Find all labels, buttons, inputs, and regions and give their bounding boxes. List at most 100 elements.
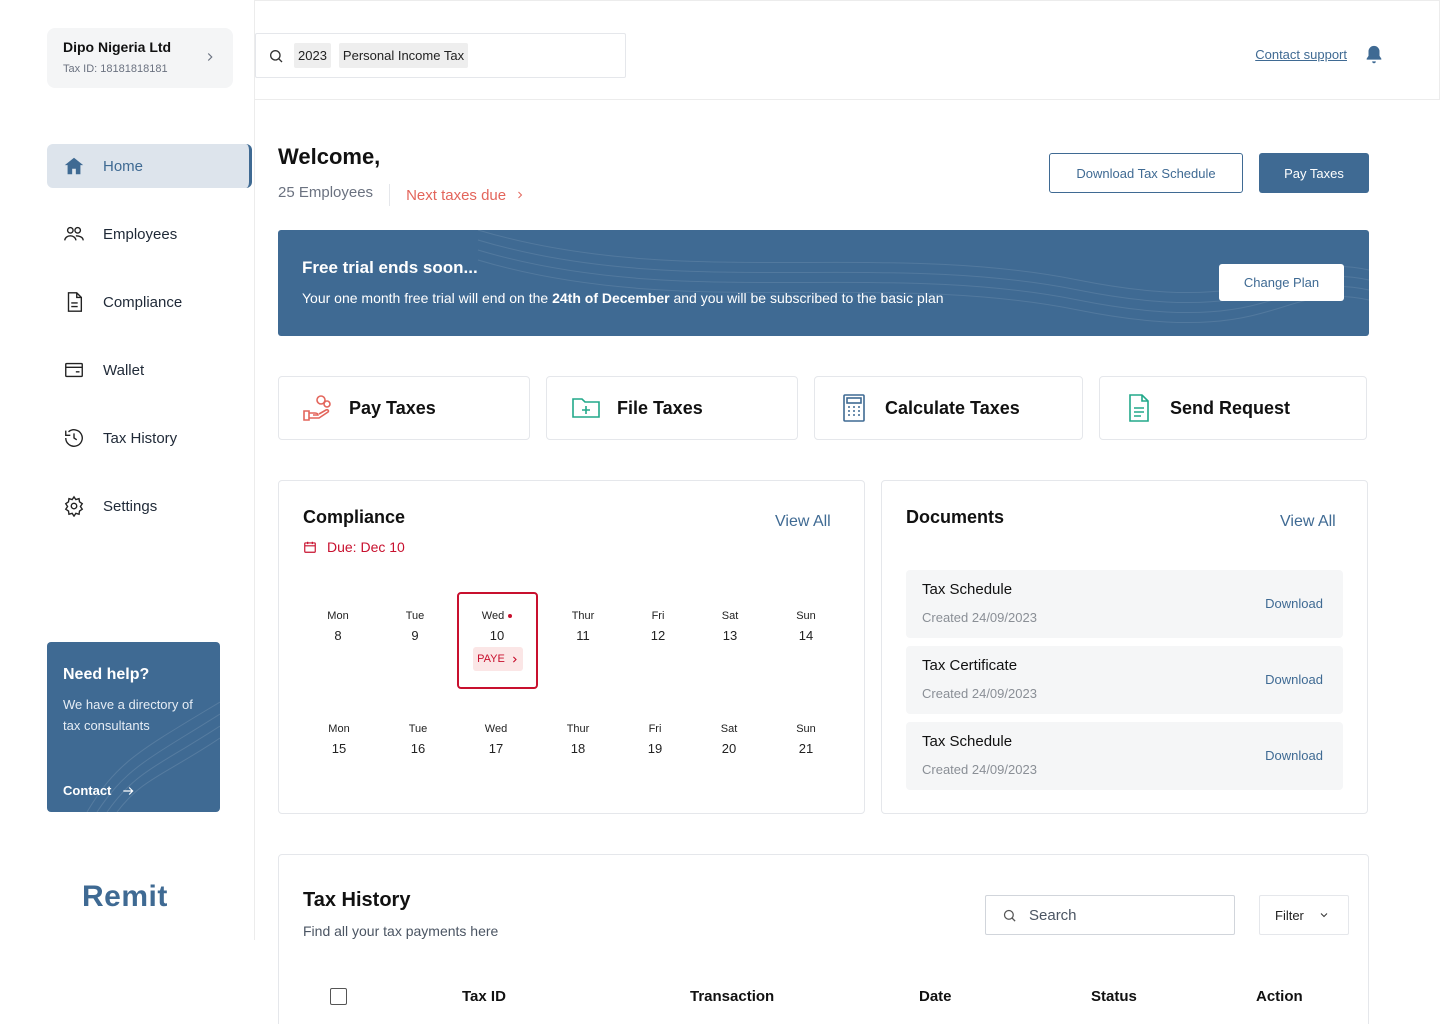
calculate-taxes-card[interactable]: Calculate Taxes <box>814 376 1083 440</box>
pay-taxes-card[interactable]: Pay Taxes <box>278 376 530 440</box>
paye-tag[interactable]: PAYE <box>473 647 523 671</box>
tax-history-search-input[interactable] <box>1029 906 1229 924</box>
download-link[interactable]: Download <box>1265 596 1323 611</box>
download-tax-schedule-button[interactable]: Download Tax Schedule <box>1049 153 1243 193</box>
day-number: 10 <box>489 628 505 643</box>
bell-icon[interactable] <box>1363 44 1385 66</box>
next-taxes-due-link[interactable]: Next taxes due <box>406 187 526 204</box>
column-header-tax-id[interactable]: Tax ID <box>462 988 506 1005</box>
banner-text-date: 24th of December <box>552 290 670 306</box>
sidebar-item-home[interactable]: Home <box>47 144 252 188</box>
select-all-checkbox[interactable] <box>330 988 347 1005</box>
calendar-day[interactable]: Sat 13 <box>690 610 770 643</box>
banner-title: Free trial ends soon... <box>302 258 478 277</box>
help-title: Need help? <box>63 666 150 683</box>
calendar-day[interactable]: Thur 18 <box>538 723 618 756</box>
column-header-action[interactable]: Action <box>1256 988 1303 1005</box>
day-number: 16 <box>410 741 426 756</box>
next-taxes-due-label: Next taxes due <box>406 186 507 204</box>
change-plan-button[interactable]: Change Plan <box>1219 264 1344 301</box>
calendar-day[interactable]: Thur 11 <box>543 610 623 643</box>
tax-type-chip[interactable]: Personal Income Tax <box>338 43 469 68</box>
calendar-day[interactable]: Fri 12 <box>618 610 698 643</box>
users-icon <box>64 226 84 241</box>
wallet-icon <box>65 362 83 378</box>
calendar-day[interactable]: Wed 17 <box>456 723 536 756</box>
document-icon <box>67 292 83 312</box>
sidebar: Dipo Nigeria Ltd Tax ID: 18181818181 Hom… <box>0 0 255 940</box>
day-name: Fri <box>651 610 665 622</box>
tax-filter-search[interactable]: 2023 Personal Income Tax <box>255 33 626 78</box>
sidebar-item-employees[interactable]: Employees <box>47 212 252 256</box>
calendar-day[interactable]: Mon 8 <box>298 610 378 643</box>
day-name: Wed <box>484 723 508 735</box>
chevron-right-icon <box>512 655 517 663</box>
sidebar-item-label: Compliance <box>103 293 183 311</box>
filter-dropdown[interactable]: Filter <box>1259 895 1349 935</box>
home-icon <box>64 157 84 175</box>
documents-title: Documents <box>906 507 1005 527</box>
documents-view-all-link[interactable]: View All <box>1280 513 1336 531</box>
folder-plus-icon <box>572 398 600 418</box>
sidebar-item-compliance[interactable]: Compliance <box>47 280 252 324</box>
org-switcher[interactable]: Dipo Nigeria Ltd Tax ID: 18181818181 <box>47 28 233 88</box>
sidebar-item-label: Wallet <box>103 361 145 379</box>
calendar-day[interactable]: Tue 16 <box>378 723 458 756</box>
sidebar-item-label: Tax History <box>103 429 178 447</box>
calculator-icon <box>843 394 865 422</box>
calendar-day-selected[interactable]: Wed 10 <box>457 610 537 643</box>
document-item: Tax Schedule Created 24/09/2023 Download <box>906 722 1343 790</box>
sidebar-item-tax-history[interactable]: Tax History <box>47 416 252 460</box>
due-date-label: Due: Dec 10 <box>327 539 405 555</box>
help-contact-link[interactable]: Contact <box>63 783 135 798</box>
year-chip[interactable]: 2023 <box>294 43 331 68</box>
sidebar-item-label: Settings <box>103 497 158 515</box>
day-name: Tue <box>408 723 428 735</box>
help-card: Need help? We have a directory of tax co… <box>47 642 220 812</box>
download-link[interactable]: Download <box>1265 748 1323 763</box>
contact-support-link[interactable]: Contact support <box>1255 47 1347 62</box>
calendar-day[interactable]: Sun 21 <box>766 723 846 756</box>
send-request-card[interactable]: Send Request <box>1099 376 1367 440</box>
calendar-day[interactable]: Sat 20 <box>689 723 769 756</box>
column-header-status[interactable]: Status <box>1091 988 1137 1005</box>
file-taxes-card[interactable]: File Taxes <box>546 376 798 440</box>
arrow-right-icon <box>123 786 134 795</box>
document-item: Tax Schedule Created 24/09/2023 Download <box>906 570 1343 638</box>
calendar-day[interactable]: Tue 9 <box>375 610 455 643</box>
day-name: Fri <box>648 723 662 735</box>
document-date: Created 24/09/2023 <box>922 762 1037 777</box>
paye-label: PAYE <box>477 653 505 665</box>
day-number: 18 <box>570 741 586 756</box>
compliance-view-all-link[interactable]: View All <box>775 513 831 531</box>
org-tax-id: Tax ID: 18181818181 <box>63 63 168 75</box>
day-number: 9 <box>411 628 419 643</box>
help-contact-label: Contact <box>63 783 112 798</box>
document-date: Created 24/09/2023 <box>922 610 1037 625</box>
action-label: Calculate Taxes <box>885 397 1020 418</box>
action-label: Pay Taxes <box>349 397 436 418</box>
action-label: Send Request <box>1170 397 1291 418</box>
day-number: 13 <box>722 628 738 643</box>
pay-taxes-button[interactable]: Pay Taxes <box>1259 153 1369 193</box>
column-header-date[interactable]: Date <box>919 988 952 1005</box>
day-number: 15 <box>331 741 347 756</box>
day-name-text: Wed <box>481 610 505 622</box>
day-name: Sun <box>796 723 816 735</box>
day-name: Sat <box>720 723 738 735</box>
event-dot <box>508 614 513 619</box>
day-name: Wed <box>457 610 537 622</box>
day-name: Tue <box>405 610 425 622</box>
download-link[interactable]: Download <box>1265 672 1323 687</box>
calendar-day[interactable]: Mon 15 <box>299 723 379 756</box>
sidebar-item-wallet[interactable]: Wallet <box>47 348 252 392</box>
filter-label: Filter <box>1275 907 1304 923</box>
due-date: Due: Dec 10 <box>303 539 405 555</box>
chevron-right-icon <box>518 191 523 199</box>
page-title: Welcome, <box>278 144 381 169</box>
calendar-day[interactable]: Fri 19 <box>615 723 695 756</box>
sidebar-item-settings[interactable]: Settings <box>47 484 252 528</box>
column-header-transaction[interactable]: Transaction <box>690 988 774 1005</box>
calendar-day[interactable]: Sun 14 <box>766 610 846 643</box>
banner-text-after: and you will be subscribed to the basic … <box>669 290 944 306</box>
